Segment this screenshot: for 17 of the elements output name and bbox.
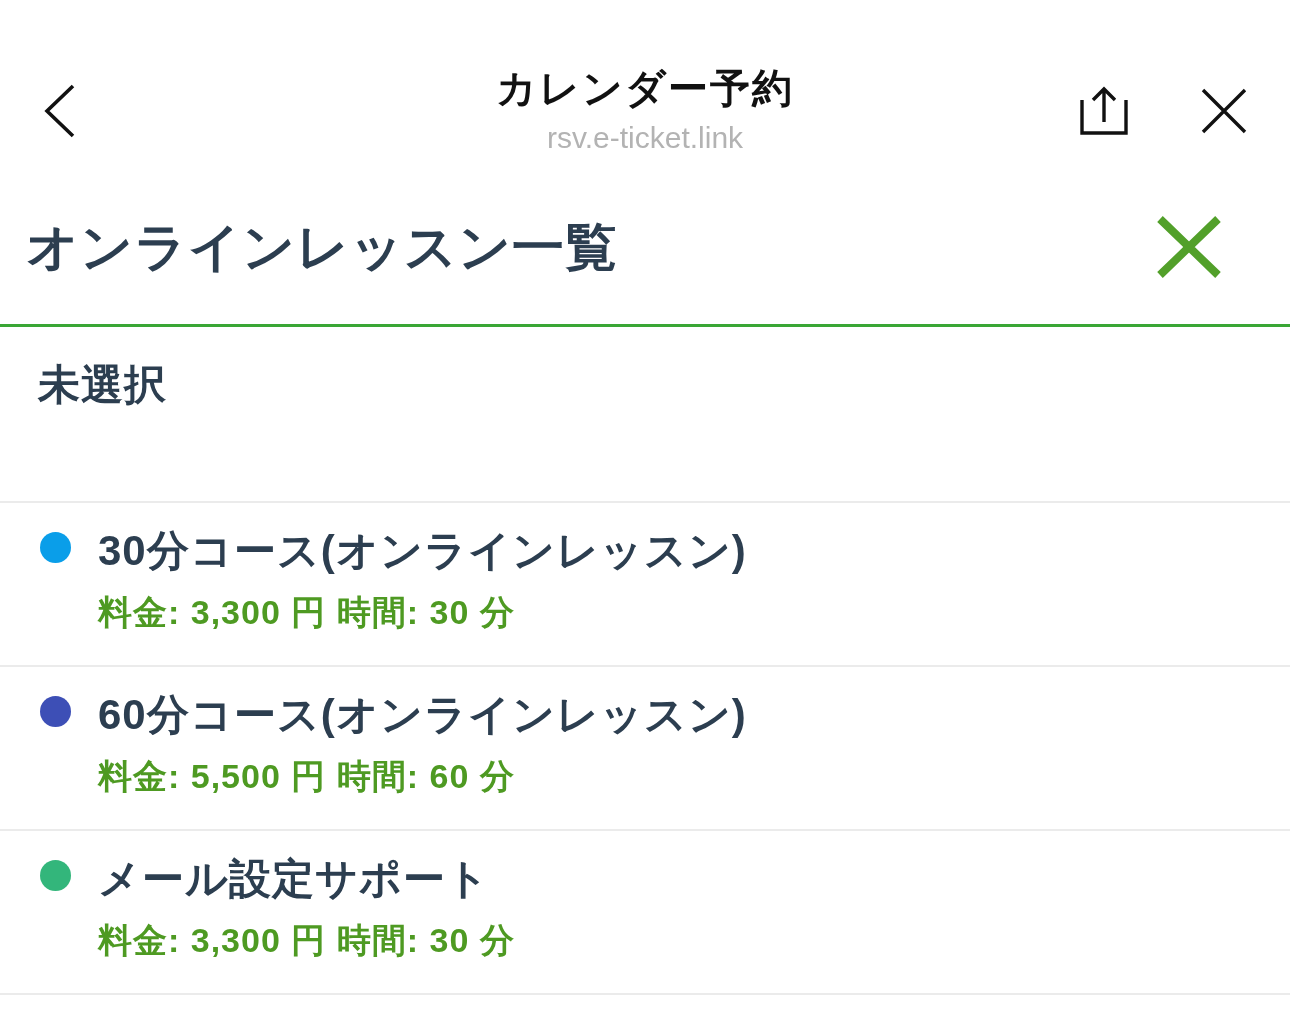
- close-icon: [1201, 88, 1247, 134]
- course-list-item[interactable]: メール設定サポート 料金: 3,300 円 時間: 30 分: [0, 831, 1290, 995]
- chevron-left-icon: [44, 84, 76, 138]
- course-details: 料金: 5,500 円 時間: 60 分: [98, 756, 515, 796]
- course-list-item[interactable]: 60分コース(オンラインレッスン) 料金: 5,500 円 時間: 60 分: [0, 667, 1290, 831]
- close-icon: [1156, 216, 1222, 278]
- panel-title: オンラインレッスン一覧: [26, 219, 618, 275]
- course-details: 料金: 3,300 円 時間: 30 分: [98, 920, 515, 960]
- course-name: 60分コース(オンラインレッスン): [98, 691, 747, 739]
- share-icon: [1080, 86, 1128, 136]
- course-details: 料金: 3,300 円 時間: 30 分: [98, 592, 515, 632]
- selection-status: 未選択: [38, 361, 167, 409]
- page-url: rsv.e-ticket.link: [546, 120, 744, 156]
- course-name: 30分コース(オンラインレッスン): [98, 527, 747, 575]
- page-title: カレンダー予約: [496, 65, 794, 112]
- course-list-item[interactable]: 30分コース(オンラインレッスン) 料金: 3,300 円 時間: 30 分: [0, 503, 1290, 667]
- course-name: メール設定サポート: [98, 855, 490, 903]
